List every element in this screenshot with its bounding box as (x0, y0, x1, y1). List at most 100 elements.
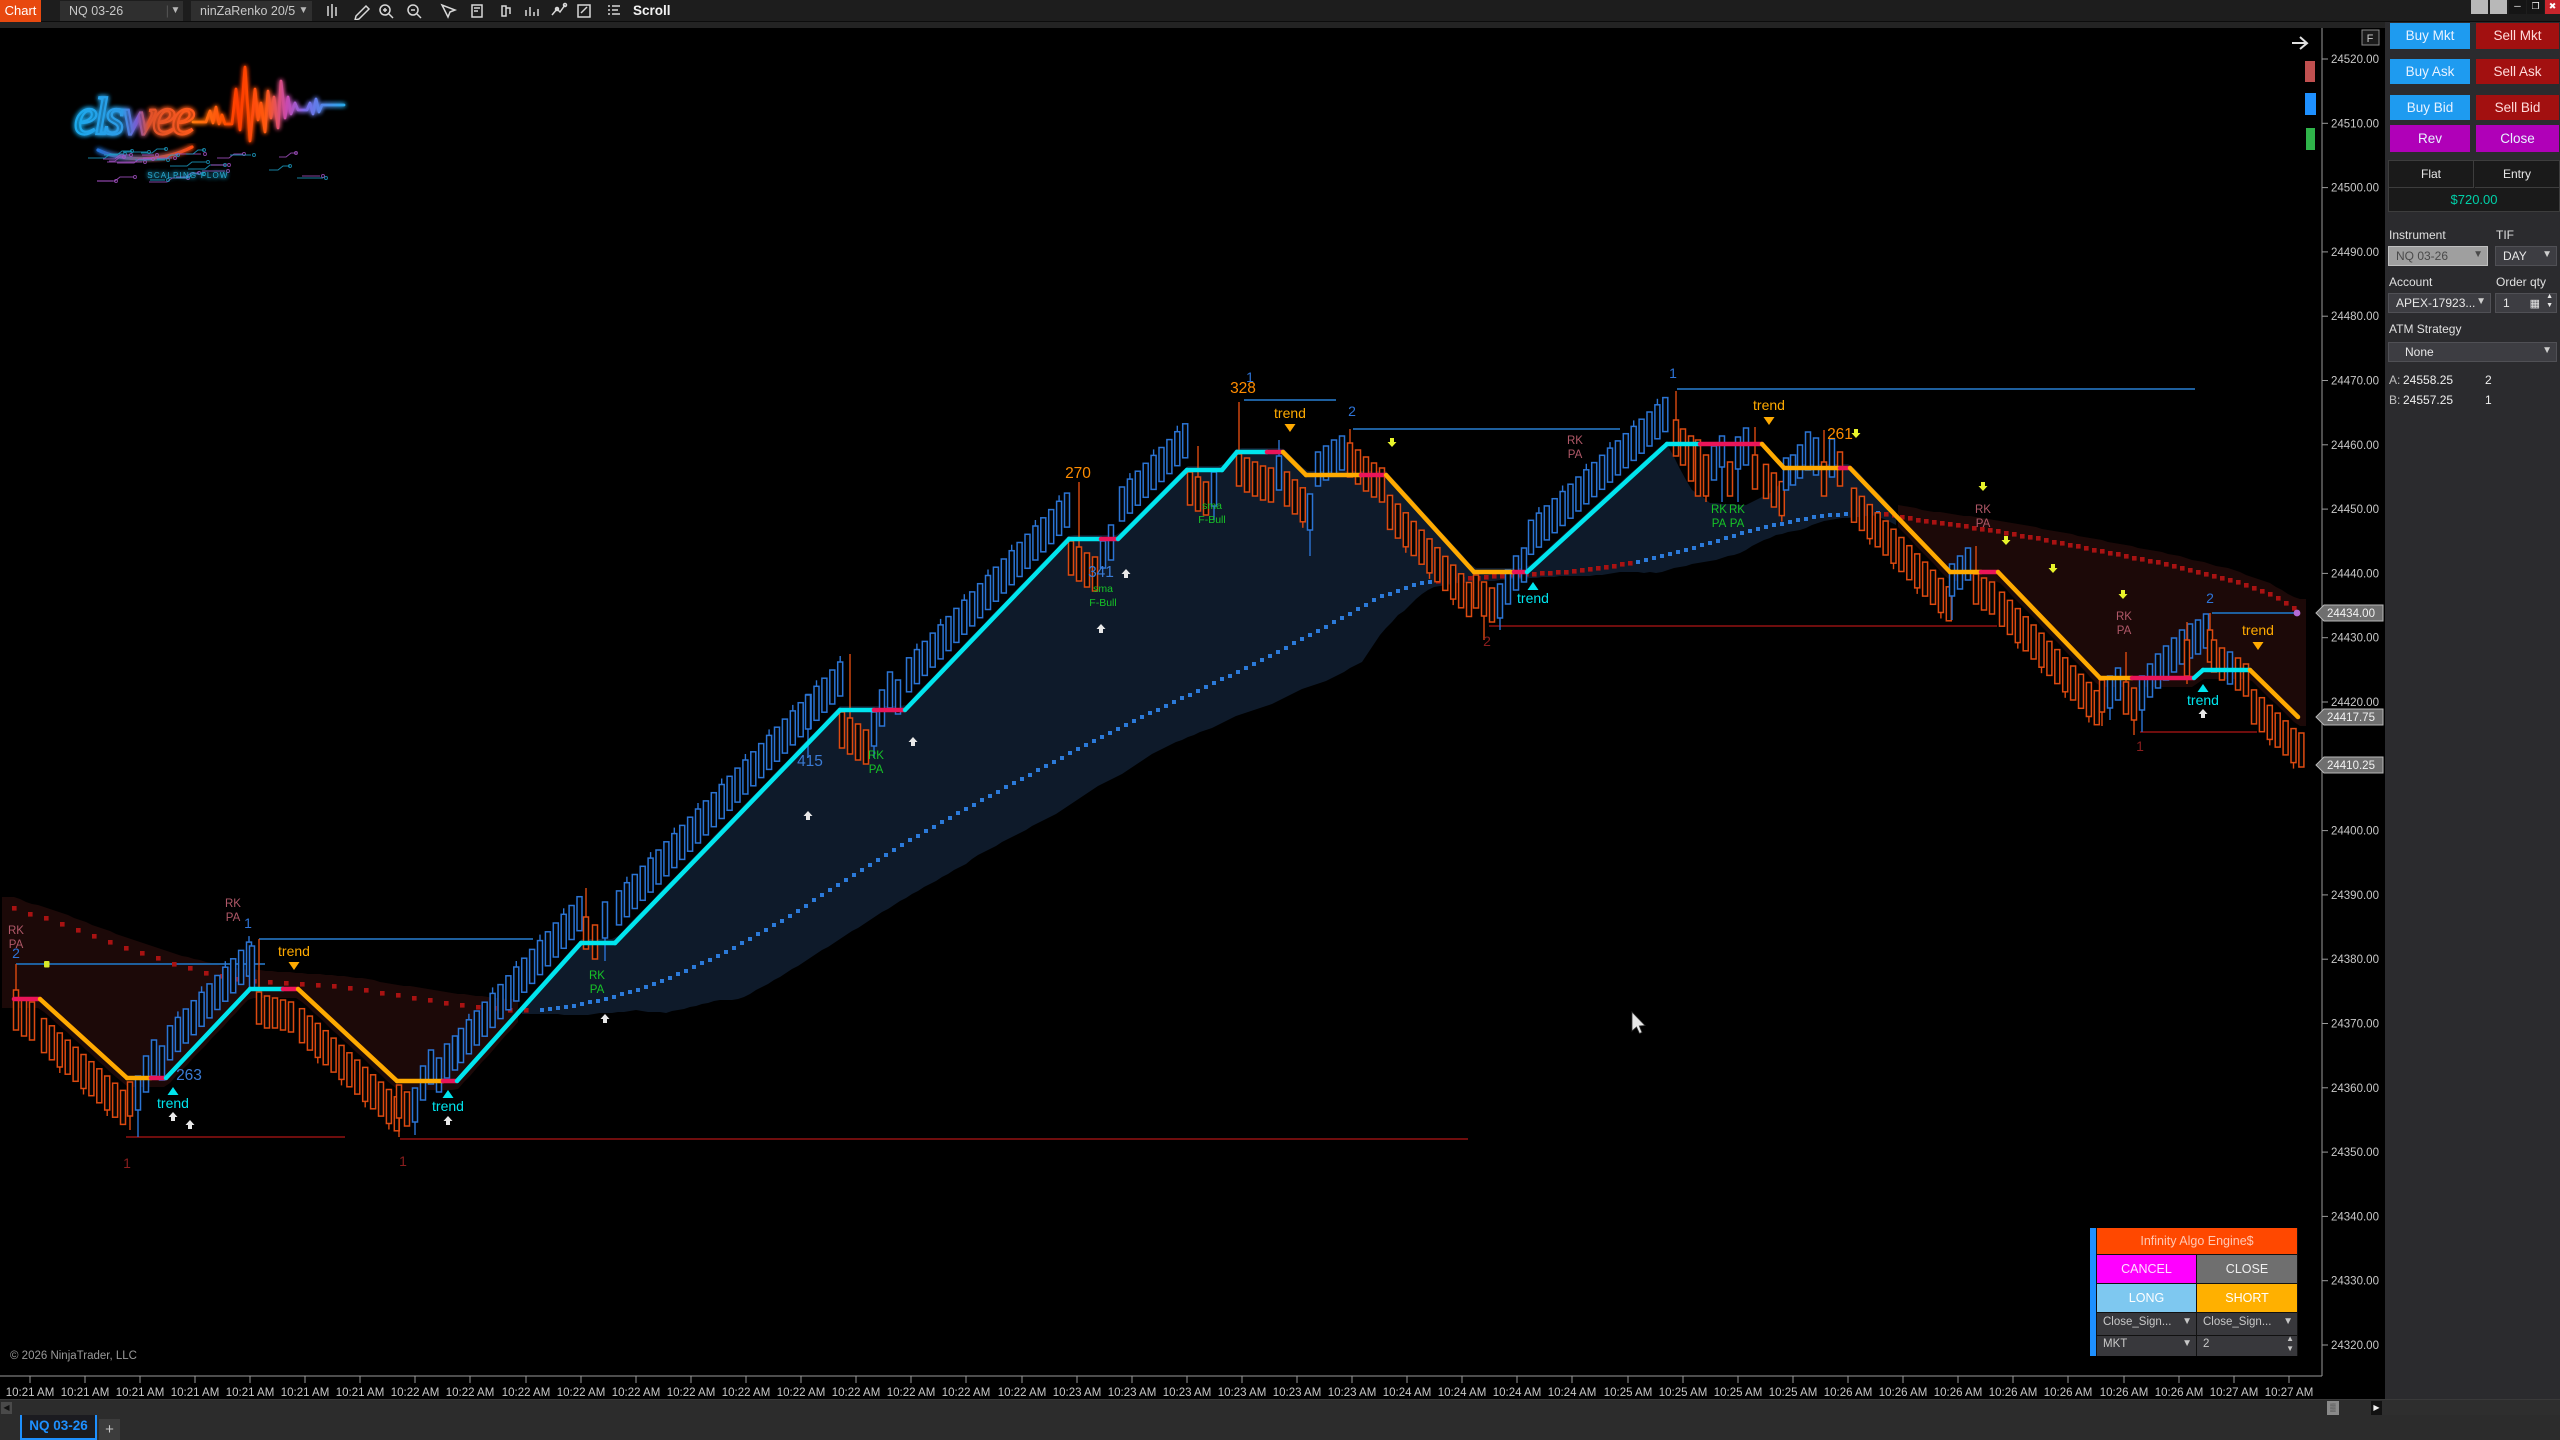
svg-text:10:22 AM: 10:22 AM (557, 1387, 606, 1399)
svg-text:PA: PA (226, 912, 241, 924)
svg-text:sma: sma (1093, 583, 1113, 595)
svg-text:24370.00: 24370.00 (2331, 1019, 2379, 1031)
svg-text:10:25 AM: 10:25 AM (1659, 1387, 1708, 1399)
svg-text:10:26 AM: 10:26 AM (2155, 1387, 2204, 1399)
svg-text:1: 1 (123, 1155, 131, 1171)
svg-text:1: 1 (1669, 365, 1677, 381)
svg-text:1: 1 (399, 1153, 407, 1169)
svg-text:10:26 AM: 10:26 AM (1879, 1387, 1928, 1399)
svg-text:10:26 AM: 10:26 AM (1989, 1387, 2038, 1399)
svg-text:10:21 AM: 10:21 AM (6, 1387, 55, 1399)
svg-text:24417.75: 24417.75 (2327, 712, 2375, 724)
svg-text:10:26 AM: 10:26 AM (2100, 1387, 2149, 1399)
svg-text:RK: RK (1729, 504, 1745, 516)
svg-text:24434.00: 24434.00 (2327, 608, 2375, 620)
svg-text:10:21 AM: 10:21 AM (116, 1387, 165, 1399)
svg-text:2: 2 (1483, 633, 1491, 649)
svg-text:10:23 AM: 10:23 AM (1053, 1387, 1102, 1399)
svg-text:10:22 AM: 10:22 AM (942, 1387, 991, 1399)
svg-text:341: 341 (1088, 564, 1114, 581)
svg-text:24510.00: 24510.00 (2331, 118, 2379, 130)
svg-text:trend: trend (432, 1098, 464, 1114)
svg-text:10:26 AM: 10:26 AM (1934, 1387, 1983, 1399)
svg-text:SCALPING FLOW: SCALPING FLOW (147, 171, 228, 180)
svg-text:24390.00: 24390.00 (2331, 890, 2379, 902)
svg-text:elswee: elswee (74, 88, 195, 146)
svg-text:10:22 AM: 10:22 AM (391, 1387, 440, 1399)
svg-text:24450.00: 24450.00 (2331, 504, 2379, 516)
svg-text:24330.00: 24330.00 (2331, 1276, 2379, 1288)
svg-text:PA: PA (2117, 625, 2132, 637)
svg-text:RK: RK (1711, 504, 1727, 516)
svg-text:263: 263 (176, 1067, 202, 1084)
svg-text:10:22 AM: 10:22 AM (667, 1387, 716, 1399)
svg-text:1: 1 (1246, 369, 1254, 385)
svg-text:24380.00: 24380.00 (2331, 954, 2379, 966)
svg-text:F: F (2367, 33, 2374, 45)
svg-text:10:22 AM: 10:22 AM (722, 1387, 771, 1399)
svg-text:trend: trend (2187, 692, 2219, 708)
svg-text:trend: trend (1274, 405, 1306, 421)
svg-text:RK: RK (2116, 611, 2132, 623)
svg-text:10:22 AM: 10:22 AM (446, 1387, 495, 1399)
svg-text:270: 270 (1065, 465, 1091, 482)
svg-text:24420.00: 24420.00 (2331, 697, 2379, 709)
svg-text:10:21 AM: 10:21 AM (61, 1387, 110, 1399)
svg-text:F-Bull: F-Bull (1198, 514, 1225, 526)
svg-text:10:23 AM: 10:23 AM (1163, 1387, 1212, 1399)
svg-text:10:27 AM: 10:27 AM (2210, 1387, 2259, 1399)
svg-text:10:23 AM: 10:23 AM (1328, 1387, 1377, 1399)
svg-text:trend: trend (1517, 590, 1549, 606)
svg-text:10:26 AM: 10:26 AM (2044, 1387, 2093, 1399)
svg-text:PA: PA (590, 984, 605, 996)
svg-text:trend: trend (2242, 622, 2274, 638)
svg-text:10:24 AM: 10:24 AM (1383, 1387, 1432, 1399)
svg-text:10:26 AM: 10:26 AM (1824, 1387, 1873, 1399)
svg-text:RK: RK (1567, 435, 1583, 447)
svg-text:PA: PA (1976, 518, 1991, 530)
svg-text:10:25 AM: 10:25 AM (1769, 1387, 1818, 1399)
svg-text:trend: trend (1753, 397, 1785, 413)
svg-text:24440.00: 24440.00 (2331, 568, 2379, 580)
svg-text:2: 2 (2206, 590, 2214, 606)
svg-text:10:23 AM: 10:23 AM (1273, 1387, 1322, 1399)
svg-text:24340.00: 24340.00 (2331, 1211, 2379, 1223)
svg-text:10:24 AM: 10:24 AM (1548, 1387, 1597, 1399)
svg-text:415: 415 (797, 753, 823, 770)
svg-text:10:22 AM: 10:22 AM (612, 1387, 661, 1399)
svg-text:F-Bull: F-Bull (1089, 597, 1116, 609)
svg-text:© 2026 NinjaTrader, LLC: © 2026 NinjaTrader, LLC (10, 1350, 137, 1362)
svg-text:10:22 AM: 10:22 AM (502, 1387, 551, 1399)
svg-text:24350.00: 24350.00 (2331, 1147, 2379, 1159)
svg-text:1: 1 (2136, 738, 2144, 754)
svg-text:24360.00: 24360.00 (2331, 1083, 2379, 1095)
svg-text:trend: trend (157, 1095, 189, 1111)
svg-text:RK: RK (225, 898, 241, 910)
svg-text:24400.00: 24400.00 (2331, 826, 2379, 838)
svg-text:PA: PA (1730, 518, 1745, 530)
svg-text:RK: RK (8, 925, 24, 937)
svg-text:24470.00: 24470.00 (2331, 376, 2379, 388)
svg-text:10:21 AM: 10:21 AM (281, 1387, 330, 1399)
svg-text:10:22 AM: 10:22 AM (887, 1387, 936, 1399)
svg-text:24520.00: 24520.00 (2331, 54, 2379, 66)
svg-text:sma: sma (1202, 500, 1222, 512)
svg-text:10:21 AM: 10:21 AM (226, 1387, 275, 1399)
svg-text:10:24 AM: 10:24 AM (1438, 1387, 1487, 1399)
svg-text:24410.25: 24410.25 (2327, 760, 2375, 772)
svg-text:10:21 AM: 10:21 AM (336, 1387, 385, 1399)
svg-text:RK: RK (589, 970, 605, 982)
svg-text:PA: PA (1568, 449, 1583, 461)
svg-text:24480.00: 24480.00 (2331, 311, 2379, 323)
svg-text:PA: PA (869, 764, 884, 776)
svg-text:24460.00: 24460.00 (2331, 440, 2379, 452)
svg-text:24490.00: 24490.00 (2331, 247, 2379, 259)
svg-text:10:21 AM: 10:21 AM (171, 1387, 220, 1399)
svg-text:PA: PA (9, 939, 24, 951)
svg-text:10:22 AM: 10:22 AM (832, 1387, 881, 1399)
svg-text:PA: PA (1712, 518, 1727, 530)
svg-text:10:23 AM: 10:23 AM (1108, 1387, 1157, 1399)
svg-text:RK: RK (868, 750, 884, 762)
svg-text:10:23 AM: 10:23 AM (1218, 1387, 1267, 1399)
svg-text:24500.00: 24500.00 (2331, 183, 2379, 195)
